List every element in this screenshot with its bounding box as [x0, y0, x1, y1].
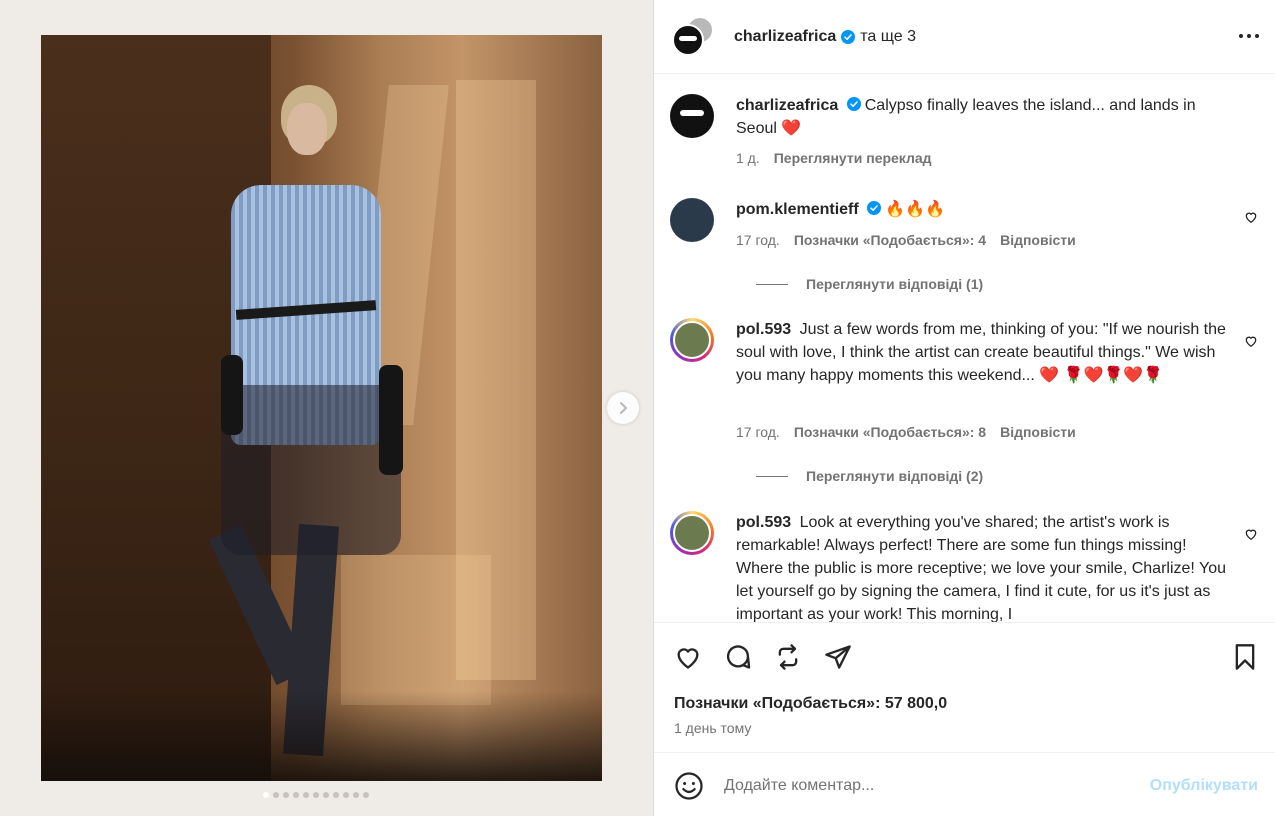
heart-icon: [1245, 529, 1257, 541]
comment-time: 17 год.: [736, 424, 780, 440]
share-button[interactable]: [822, 641, 854, 673]
avatar[interactable]: [670, 318, 714, 362]
photo-floor: [41, 691, 602, 781]
smiley-icon: [675, 772, 703, 800]
comment-input[interactable]: [724, 771, 1124, 801]
verified-badge-icon: [846, 97, 861, 111]
post-photo[interactable]: [41, 35, 602, 781]
comment-text: 🔥🔥🔥: [885, 201, 945, 218]
caption-emoji: ❤️: [781, 120, 802, 137]
replies-divider: [756, 475, 788, 477]
view-replies-button[interactable]: Переглянути відповіді (1): [756, 276, 983, 292]
carousel-dot[interactable]: [263, 792, 269, 798]
comment-meta: 17 год. Позначки «Подобається»: 4 Відпов…: [736, 232, 1076, 248]
bookmark-icon: [1235, 644, 1255, 670]
carousel-dot[interactable]: [343, 792, 349, 798]
repost-icon: [778, 644, 798, 670]
media-pane: [0, 0, 653, 816]
post-caption: charlizeafrica Calypso finally leaves th…: [670, 94, 1260, 174]
like-button[interactable]: [672, 641, 704, 673]
reply-button[interactable]: Відповісти: [1000, 232, 1076, 248]
caption-meta: 1 д. Переглянути переклад: [736, 150, 932, 166]
view-replies-label: Переглянути відповіді (1): [806, 276, 984, 292]
comment-body: pol.593 Just a few words from me, thinki…: [736, 318, 1226, 387]
comment-like-button[interactable]: [1244, 334, 1260, 350]
comment-time: 17 год.: [736, 232, 780, 248]
comment-likes[interactable]: Позначки «Подобається»: 4: [794, 232, 986, 248]
likes-count[interactable]: Позначки «Подобається»: 57 800,0: [674, 695, 947, 713]
post-header: charlizeafrica та ще 3: [654, 0, 1275, 74]
figure-face: [287, 103, 327, 155]
comment-composer: Опублікувати: [654, 752, 1275, 816]
comment-meta: 17 год. Позначки «Подобається»: 8 Відпов…: [736, 424, 1076, 440]
emoji-button[interactable]: [674, 771, 704, 801]
heart-icon: [677, 648, 699, 669]
comment-item: pol.593 Just a few words from me, thinki…: [670, 318, 1260, 488]
comment-body: pol.593 Look at everything you've shared…: [736, 511, 1226, 622]
carousel-dot[interactable]: [293, 792, 299, 798]
author-username[interactable]: charlizeafrica: [734, 28, 836, 46]
publish-button[interactable]: Опублікувати: [1150, 777, 1258, 795]
carousel-dot[interactable]: [303, 792, 309, 798]
post-actions: Позначки «Подобається»: 57 800,0 1 день …: [654, 622, 1275, 752]
carousel-dot[interactable]: [353, 792, 359, 798]
collab-avatars[interactable]: [670, 15, 718, 58]
paper-plane-icon: [825, 645, 851, 669]
figure-glove: [379, 365, 403, 475]
comment-like-button[interactable]: [1244, 210, 1260, 226]
comment-username[interactable]: pol.593: [736, 321, 791, 338]
figure-glove: [221, 355, 243, 435]
replies-divider: [756, 283, 788, 285]
comment-item: pom.klementieff 🔥🔥🔥 17 год. Позначки «По…: [670, 198, 1260, 298]
posted-time[interactable]: 1 день тому: [674, 720, 751, 736]
caption-body: charlizeafrica Calypso finally leaves th…: [736, 94, 1226, 140]
more-horizontal-icon: [1239, 34, 1259, 38]
comment-button[interactable]: [722, 641, 754, 673]
reply-button[interactable]: Відповісти: [1000, 424, 1076, 440]
verified-badge-icon: [841, 29, 856, 44]
post-sidebar: charlizeafrica та ще 3 charlizeafrica Ca…: [653, 0, 1275, 816]
avatar-image: [673, 514, 711, 552]
comment-item: pol.593 Look at everything you've shared…: [670, 511, 1260, 622]
caption-time: 1 д.: [736, 150, 760, 166]
verified-badge-icon: [867, 201, 882, 215]
avatar-image: [673, 321, 711, 359]
carousel-dot[interactable]: [273, 792, 279, 798]
figure-skirt: [221, 385, 401, 555]
heart-icon: [1245, 212, 1257, 224]
comment-username[interactable]: pom.klementieff: [736, 201, 859, 218]
comment-text: Look at everything you've shared; the ar…: [736, 514, 1226, 622]
comments-list[interactable]: charlizeafrica Calypso finally leaves th…: [654, 75, 1275, 622]
avatar: [672, 23, 704, 56]
comment-username[interactable]: pol.593: [736, 514, 791, 531]
carousel-dot[interactable]: [313, 792, 319, 798]
photo-figure: [181, 85, 403, 765]
avatar[interactable]: [670, 511, 714, 555]
carousel-dot[interactable]: [363, 792, 369, 798]
heart-icon: [1245, 336, 1257, 348]
comment-body: pom.klementieff 🔥🔥🔥: [736, 198, 1226, 221]
carousel-dot[interactable]: [283, 792, 289, 798]
caption-username[interactable]: charlizeafrica: [736, 97, 838, 114]
header-names: charlizeafrica та ще 3: [734, 28, 916, 46]
chevron-right-icon: [620, 402, 627, 414]
comment-text: Just a few words from me, thinking of yo…: [736, 321, 1226, 384]
avatar[interactable]: [670, 198, 714, 242]
comment-like-button[interactable]: [1244, 527, 1260, 543]
see-translation-link[interactable]: Переглянути переклад: [774, 150, 932, 166]
more-options-button[interactable]: [1237, 24, 1261, 48]
view-replies-label: Переглянути відповіді (2): [806, 468, 984, 484]
avatar[interactable]: [670, 94, 714, 138]
carousel-dots: [263, 792, 369, 798]
avatar-detail: [680, 110, 704, 116]
carousel-dot[interactable]: [333, 792, 339, 798]
repost-button[interactable]: [772, 641, 804, 673]
next-media-button[interactable]: [607, 392, 639, 424]
save-button[interactable]: [1229, 641, 1261, 673]
comment-likes[interactable]: Позначки «Подобається»: 8: [794, 424, 986, 440]
comment-bubble-icon: [726, 645, 751, 669]
collab-more-link[interactable]: та ще 3: [860, 28, 916, 46]
carousel-dot[interactable]: [323, 792, 329, 798]
view-replies-button[interactable]: Переглянути відповіді (2): [756, 468, 983, 484]
